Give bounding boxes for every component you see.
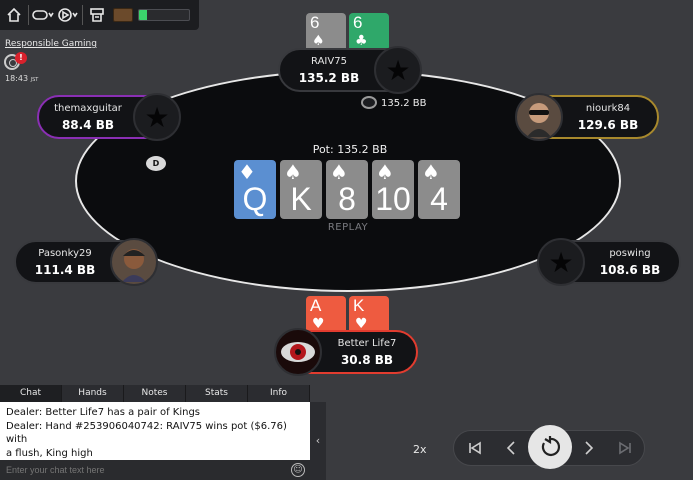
cashier-icon[interactable] (86, 4, 108, 26)
clock-zone: JST (30, 77, 39, 83)
card-rank: 4 (430, 181, 448, 217)
board-card: ♠ 4 (418, 160, 460, 219)
player-stack: 88.4 BB (61, 118, 115, 132)
toggle-icon[interactable] (32, 4, 54, 26)
tab-hands[interactable]: Hands (62, 385, 124, 402)
card-rank: K (353, 296, 365, 315)
chat-line: Dealer: Hand #253906040742: RAIV75 wins … (6, 420, 287, 446)
pot-label: Pot: 135.2 BB (312, 143, 388, 156)
card-suit: ♠ (330, 160, 348, 184)
dealer-button: D (146, 156, 166, 171)
board-card: ♠ 8 (326, 160, 368, 219)
chat-input[interactable] (0, 460, 310, 480)
speed-toggle[interactable]: 2x (413, 443, 427, 456)
player-name: Better Life7 (337, 338, 397, 349)
clock-time: 18:43 (5, 74, 29, 83)
toolbar-divider (82, 5, 83, 25)
replay-icon[interactable] (528, 425, 572, 469)
chat-log: Dealer: Better Life7 has a pair of Kings… (0, 402, 310, 458)
star-icon: ★ (385, 53, 411, 87)
step-back-icon[interactable] (496, 431, 526, 465)
avatar: ★ (133, 93, 181, 141)
card-rank: Q (242, 181, 268, 217)
chat-tabs: Chat Hands Notes Stats Info (0, 385, 310, 402)
avatar: ★ (537, 238, 585, 286)
player-stack: 111.4 BB (34, 263, 96, 277)
skip-to-start-icon[interactable] (460, 431, 490, 465)
clock: 18:43 JST (5, 74, 38, 83)
chip-icon (361, 96, 377, 109)
notification-badge: ! (15, 52, 27, 64)
skip-to-end-icon[interactable] (610, 431, 640, 465)
seat-poswing[interactable]: poswing 108.6 BB ★ (537, 238, 681, 286)
tab-notes[interactable]: Notes (124, 385, 186, 402)
home-icon[interactable] (3, 4, 25, 26)
seat-niourk84[interactable]: niourk84 129.6 BB (515, 93, 659, 141)
player-name: poswing (609, 248, 651, 259)
progress-meter-fill (139, 10, 147, 20)
chat-line: a flush, King high (6, 447, 93, 459)
progress-meter (138, 9, 190, 21)
chat-panel: Chat Hands Notes Stats Info Dealer: Bett… (0, 385, 310, 480)
community-cards: ♦ Q ♠ K ♠ 8 ♠ 10 ♠ 4 (234, 160, 460, 219)
board-card: ♠ 10 (372, 160, 414, 219)
card-rank: 8 (338, 181, 356, 217)
bet-amount: 135.2 BB (381, 98, 427, 109)
card-rank: K (290, 181, 312, 217)
card-suit: ♠ (312, 33, 325, 49)
player-photo-icon (527, 103, 551, 137)
player-stack: 30.8 BB (340, 353, 394, 367)
board-card: ♦ Q (234, 160, 276, 219)
eye-avatar-icon (281, 342, 315, 362)
avatar (515, 93, 563, 141)
chest-icon[interactable] (113, 8, 133, 22)
card-suit: ♣ (355, 33, 368, 49)
tab-stats[interactable]: Stats (186, 385, 248, 402)
seat-pasonky29[interactable]: Pasonky29 111.4 BB (14, 238, 158, 286)
card-rank: 10 (375, 181, 411, 217)
star-icon: ★ (144, 100, 170, 134)
seat-themaxguitar[interactable]: themaxguitar 88.4 BB ★ (37, 93, 181, 141)
tab-chat[interactable]: Chat (0, 385, 62, 402)
avatar (274, 328, 322, 376)
replay-controls (453, 425, 645, 469)
card-suit: ♠ (376, 160, 394, 184)
avatar: ★ (374, 46, 422, 94)
tab-info[interactable]: Info (248, 385, 310, 402)
top-toolbar (0, 0, 199, 30)
replay-label: REPLAY (327, 222, 369, 233)
board-card: ♠ K (280, 160, 322, 219)
collapse-chat-button[interactable]: ‹ (310, 402, 326, 480)
player-name: themaxguitar (54, 103, 122, 114)
emoji-icon[interactable]: ☺ (291, 463, 305, 477)
seat-better-life7[interactable]: Better Life7 30.8 BB (274, 328, 418, 376)
player-photo-icon (122, 249, 146, 282)
player-stack: 135.2 BB (298, 71, 360, 85)
player-stack: 129.6 BB (577, 118, 639, 132)
card-rank: 6 (353, 13, 363, 32)
card-rank: A (310, 296, 322, 315)
card-suit: ♦ (238, 160, 256, 184)
avatar (110, 238, 158, 286)
seat-raiv75[interactable]: RAIV75 135.2 BB ★ (278, 46, 422, 94)
player-name: Pasonky29 (38, 248, 92, 259)
player-stack: 108.6 BB (599, 263, 661, 277)
step-forward-icon[interactable] (574, 431, 604, 465)
card-suit: ♠ (284, 160, 302, 184)
play-menu-icon[interactable] (57, 4, 79, 26)
card-rank: 6 (310, 13, 320, 32)
card-suit: ♠ (422, 160, 440, 184)
responsible-gaming-link[interactable]: Responsible Gaming (5, 39, 97, 49)
star-icon: ★ (548, 245, 574, 279)
player-name: RAIV75 (311, 56, 347, 67)
player-name: niourk84 (585, 103, 631, 114)
chat-line: Dealer: Better Life7 has a pair of Kings (6, 407, 201, 418)
toolbar-divider (28, 5, 29, 25)
